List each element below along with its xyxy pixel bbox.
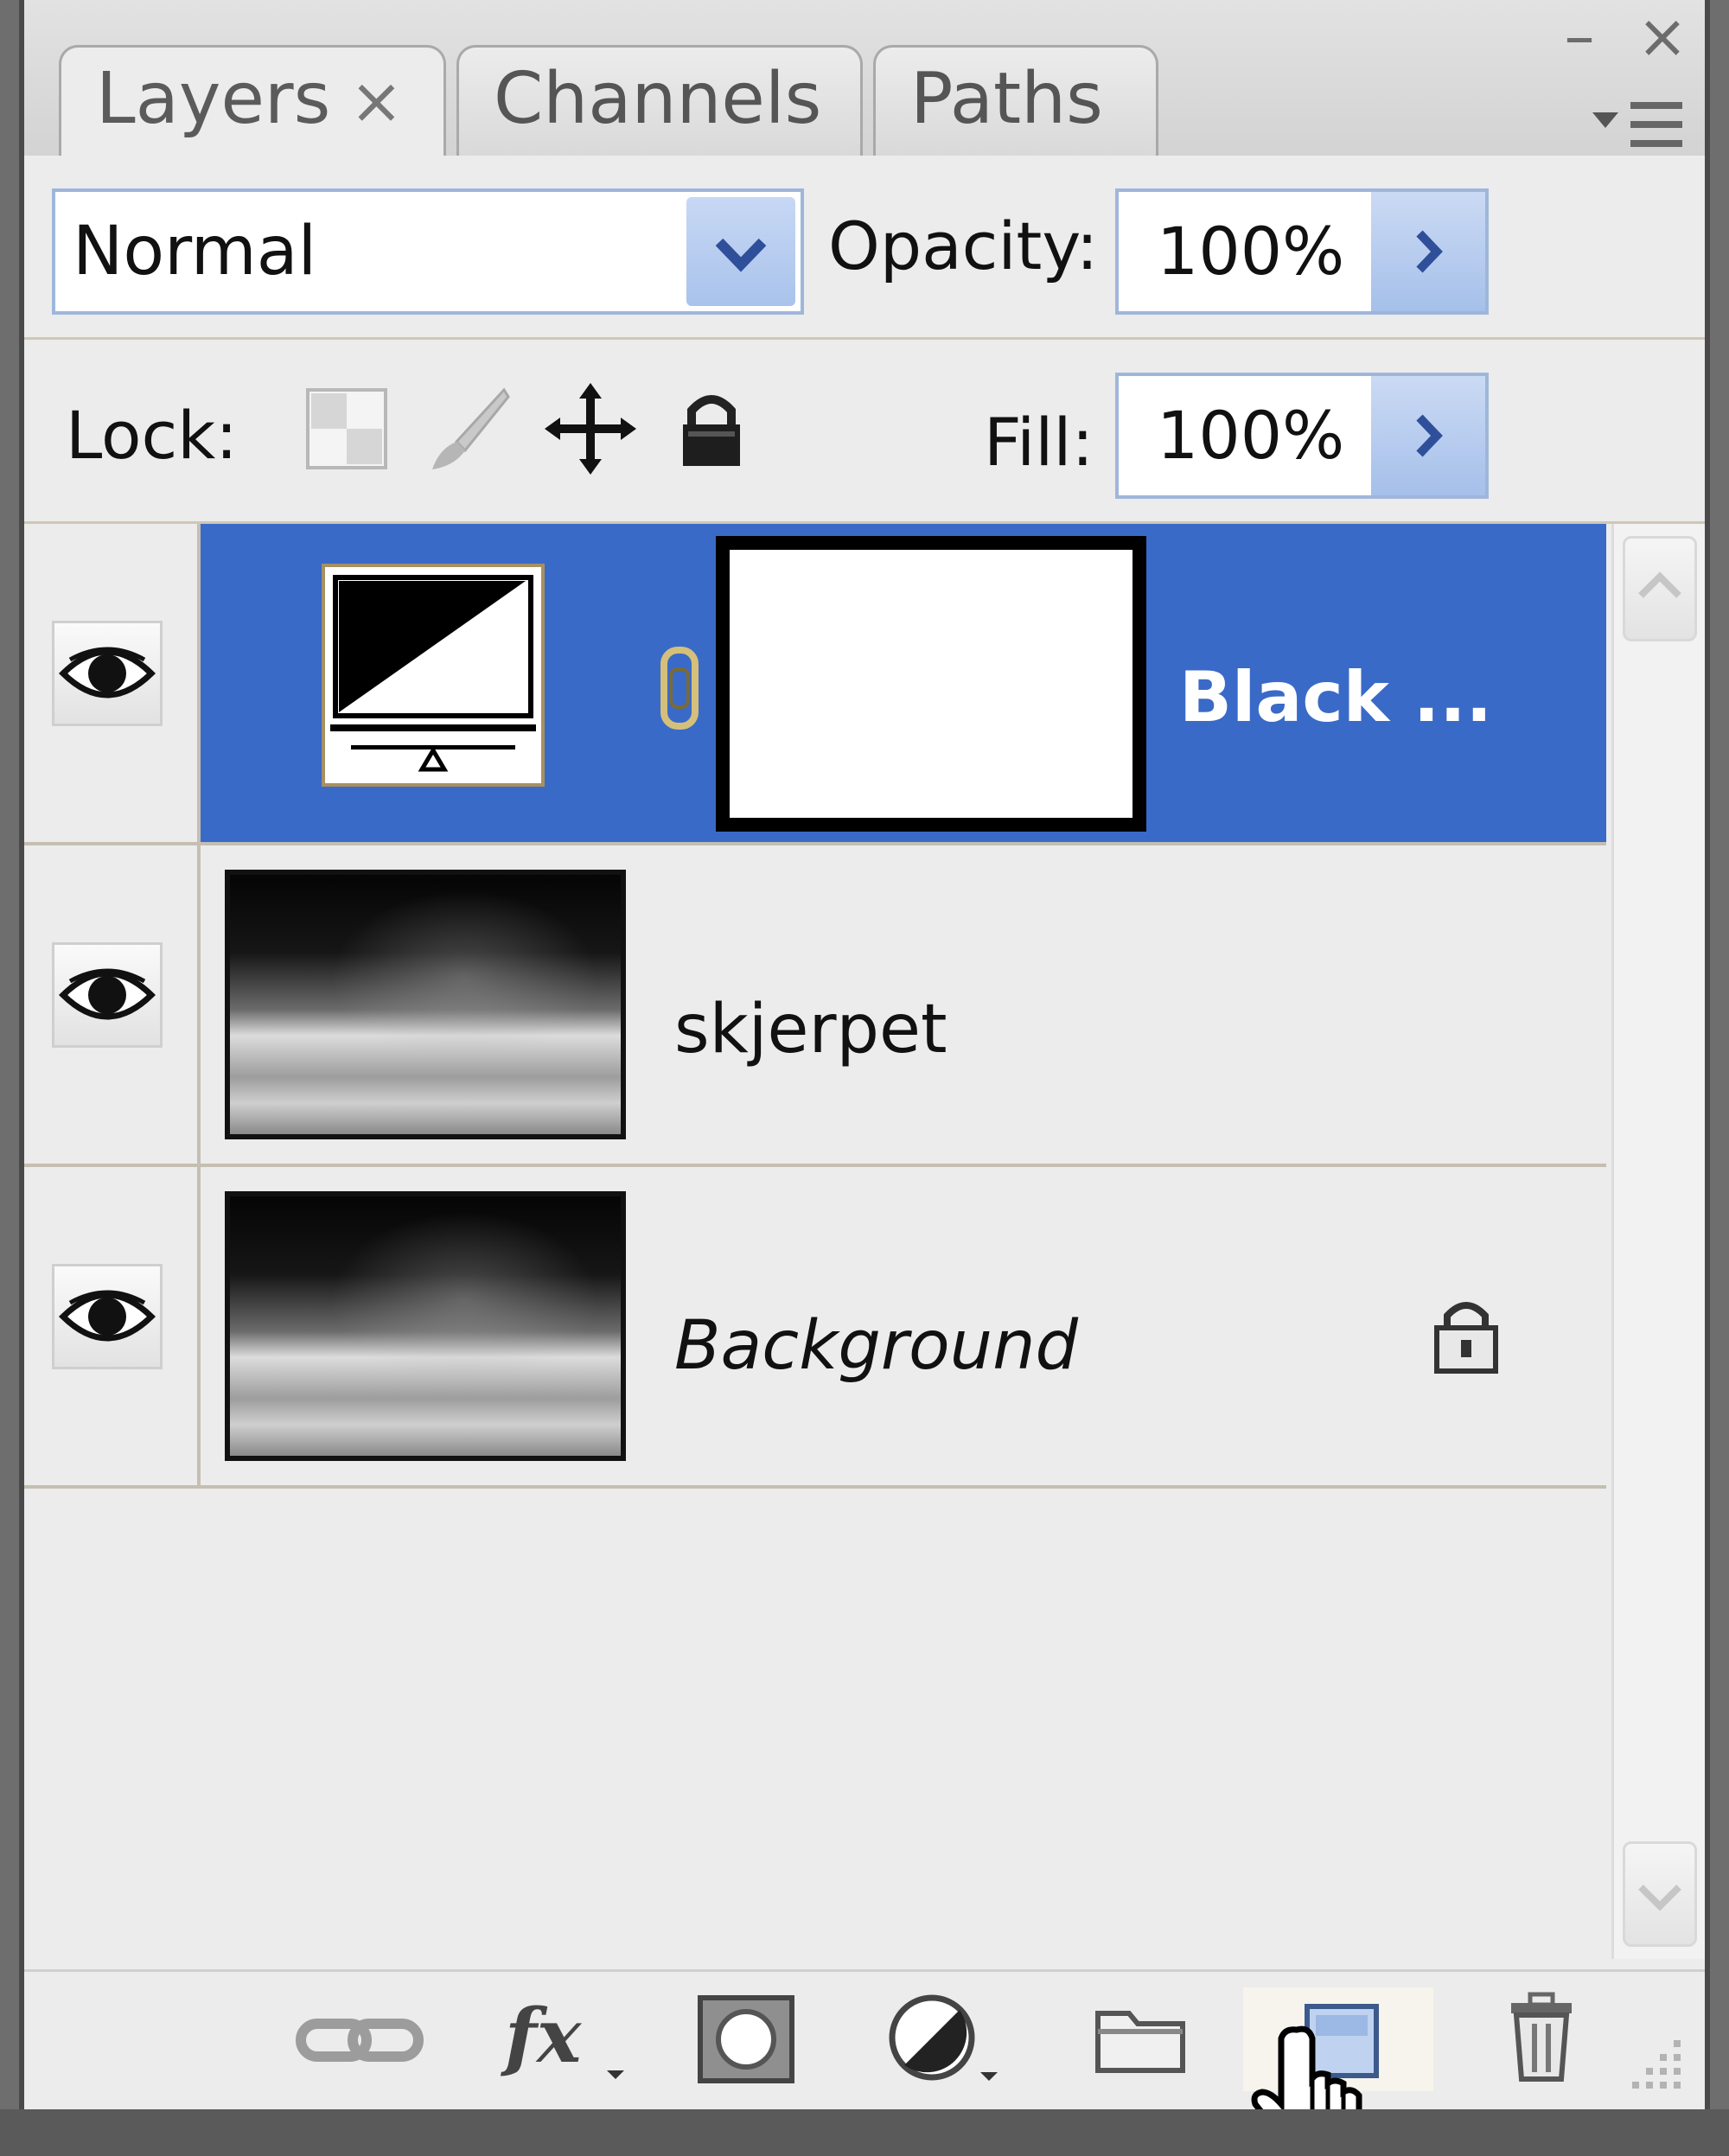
chevron-down-icon[interactable] [686, 197, 795, 306]
tab-close-icon[interactable]: × [349, 64, 403, 138]
blend-row: Normal Opacity: 100% [24, 156, 1705, 340]
eye-icon [58, 968, 156, 1020]
layer-name[interactable]: Black ... [1179, 657, 1492, 737]
eye-icon [58, 647, 156, 698]
mask-fill [726, 546, 1136, 821]
tab-layers[interactable]: Layers × [59, 45, 446, 156]
fill-input[interactable]: 100% [1115, 373, 1489, 499]
panel-menu-icon[interactable] [1585, 95, 1689, 156]
tab-channels[interactable]: Channels [456, 45, 863, 156]
layers-list: Black ... skjerpet Background [24, 524, 1606, 1959]
blend-mode-select[interactable]: Normal [52, 188, 804, 315]
levels-adjustment-icon [330, 575, 536, 772]
svg-text:fx: fx [500, 1993, 583, 2080]
layer-row-selected[interactable]: Black ... [24, 524, 1606, 845]
visibility-column [24, 845, 201, 1164]
fill-label: Fill: [984, 404, 1094, 481]
visibility-toggle[interactable] [52, 1264, 163, 1369]
chain-link-icon[interactable] [654, 645, 705, 731]
visibility-column [24, 524, 201, 842]
visibility-column [24, 1167, 201, 1485]
opacity-value: 100% [1157, 213, 1345, 290]
lock-transparent-icon[interactable] [299, 381, 394, 476]
close-button[interactable]: × [1632, 6, 1693, 67]
fill-value: 100% [1157, 397, 1345, 474]
chevron-up-icon [1638, 571, 1681, 598]
opacity-label: Opacity: [828, 207, 1099, 284]
opacity-slider-arrow-icon[interactable] [1371, 192, 1485, 311]
tab-paths-label: Paths [910, 58, 1103, 140]
layer-content[interactable]: skjerpet [201, 845, 1606, 1164]
panel-header: Layers × Channels Paths – × [24, 0, 1705, 156]
lock-row: Lock: Fill: 100% [24, 340, 1705, 524]
fill-slider-arrow-icon[interactable] [1371, 376, 1485, 495]
tab-layers-label: Layers [96, 58, 331, 140]
minimize-button[interactable]: – [1549, 6, 1610, 67]
lock-all-icon[interactable] [664, 381, 759, 476]
layer-mask-thumbnail[interactable] [716, 536, 1146, 832]
panel-footer: fx [24, 1969, 1705, 2102]
layer-row[interactable]: skjerpet [24, 845, 1606, 1167]
trash-icon[interactable] [1485, 1987, 1598, 2091]
lock-icon [1434, 1302, 1498, 1374]
tab-channels-label: Channels [494, 58, 822, 140]
lock-brush-icon[interactable] [422, 381, 517, 476]
lock-move-icon[interactable] [543, 381, 638, 476]
opacity-input[interactable]: 100% [1115, 188, 1489, 315]
resize-grip-icon[interactable] [1625, 2033, 1686, 2094]
blend-mode-value: Normal [73, 213, 317, 290]
layer-row[interactable]: Background [24, 1167, 1606, 1489]
levels-adjustment-thumbnail[interactable] [322, 564, 545, 787]
layer-name[interactable]: Background [674, 1307, 1078, 1385]
scroll-up-button[interactable] [1623, 536, 1697, 641]
scroll-down-button[interactable] [1623, 1841, 1697, 1947]
visibility-toggle[interactable] [52, 621, 163, 726]
adjustment-icon[interactable] [878, 1987, 1008, 2091]
layer-content[interactable]: Black ... [201, 524, 1606, 842]
layer-name[interactable]: skjerpet [674, 991, 947, 1068]
scrollbar[interactable] [1611, 524, 1705, 1959]
lock-label: Lock: [66, 397, 238, 474]
layer-thumbnail[interactable] [225, 870, 626, 1139]
layers-panel: Layers × Channels Paths – × Normal Opacit… [19, 0, 1710, 2109]
layer-thumbnail[interactable] [225, 1191, 626, 1461]
tab-paths[interactable]: Paths [873, 45, 1158, 156]
chevron-down-icon [1638, 1885, 1681, 1911]
window-bottom-edge [0, 2109, 1729, 2156]
link-icon[interactable] [290, 1987, 429, 2091]
eye-icon [58, 1290, 156, 1342]
fx-icon[interactable]: fx [496, 1987, 635, 2091]
folder-icon[interactable] [1084, 1987, 1196, 2091]
layer-content[interactable]: Background [201, 1167, 1606, 1485]
visibility-toggle[interactable] [52, 942, 163, 1048]
mask-icon[interactable] [690, 1987, 802, 2091]
